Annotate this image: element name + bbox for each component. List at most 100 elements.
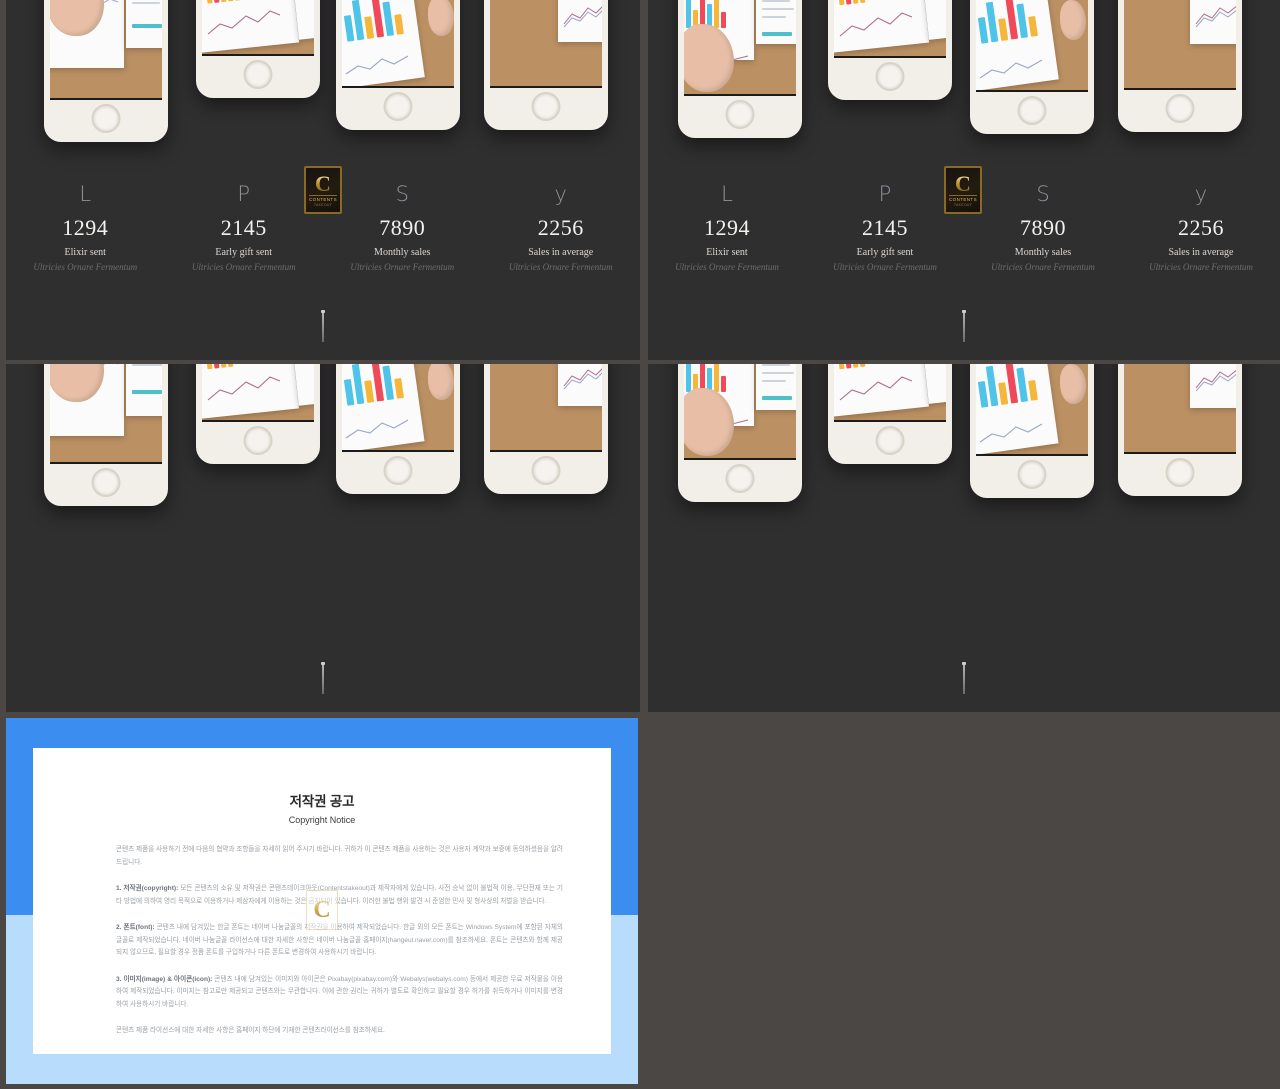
slide-copyright-notice[interactable]: 저작권 공고 Copyright Notice 콘텐츠 제품을 사용하기 전에 … <box>6 718 638 1084</box>
phone-mockup <box>484 0 608 130</box>
phone-mockup-group <box>648 0 1280 152</box>
phone-screen <box>684 364 796 460</box>
phone-screen <box>50 0 162 100</box>
line-chart <box>839 12 913 37</box>
home-button <box>383 456 413 485</box>
home-button <box>875 426 905 455</box>
stat-number: 2256 <box>537 215 584 240</box>
letter-y-icon: y <box>1194 182 1208 206</box>
stat-subcaption: Ultricies Ornare Fermentum <box>1149 262 1253 272</box>
home-button <box>1017 96 1047 125</box>
clause-3-label: 3. 이미지(image) & 아이콘(icon): <box>116 975 213 983</box>
slide-top-right[interactable]: C CONTENTS TAKEOUT L 1294 Elixir sent Ul… <box>648 0 1280 360</box>
home-button <box>725 100 755 129</box>
clause-1-label: 1. 저작권(copyright): <box>116 885 179 892</box>
phone-screen <box>834 0 946 58</box>
phone-mockup <box>44 364 168 506</box>
home-button <box>243 426 273 455</box>
stat-number: 1294 <box>62 215 109 240</box>
home-button <box>91 104 121 133</box>
hand-photo <box>1060 0 1086 40</box>
phone-screen <box>490 364 602 452</box>
home-button <box>1165 94 1195 123</box>
stat-subcaption: Ultricies Ornare Fermentum <box>833 262 937 272</box>
slide-thumbnail-grid: C CONTENTS TAKEOUT L 1294 Elixir sent Ul… <box>0 0 1280 1089</box>
home-button <box>531 456 561 485</box>
home-button <box>875 62 905 91</box>
document-body: 콘텐츠 제품을 사용하기 전에 다음의 협약과 조항들을 자세히 읽어 주시기 … <box>116 844 563 1052</box>
phone-screen <box>202 364 314 422</box>
document-title-ko: 저작권 공고 <box>289 794 355 809</box>
letter-y-icon: y <box>554 182 567 206</box>
phone-screen <box>684 0 796 96</box>
letter-l-icon: L <box>79 182 92 206</box>
slide-marker <box>962 662 966 694</box>
slide-bottom-right[interactable]: C CONTENTS TAKEOUT L 1294 Elixir sent Ul… <box>648 364 1280 712</box>
slide-top-left[interactable]: C CONTENTS TAKEOUT L 1294 Elixir sent Ul… <box>6 0 640 360</box>
phone-screen <box>976 0 1088 92</box>
stat-number: 2145 <box>220 215 267 240</box>
phone-mockup <box>970 0 1094 134</box>
stat-caption: Monthly sales <box>1014 247 1072 258</box>
stat-number: 7890 <box>1020 215 1066 240</box>
phone-screen <box>202 0 314 56</box>
slide-marker <box>321 310 325 342</box>
stat-caption: Sales in average <box>1168 247 1234 258</box>
logo-letter: C <box>313 896 331 923</box>
hand-photo <box>428 0 454 36</box>
phone-screen <box>1124 364 1236 454</box>
line-chart <box>563 6 602 28</box>
hand-photo <box>428 364 454 400</box>
phone-screen <box>50 364 162 464</box>
contents-takeout-watermark: C <box>306 890 338 930</box>
letter-p-icon: P <box>237 182 251 206</box>
line-chart <box>1195 369 1236 392</box>
line-chart <box>563 368 602 390</box>
letter-l-icon: L <box>721 182 733 206</box>
line-chart <box>207 10 281 35</box>
phone-mockup-group <box>648 364 1280 516</box>
stat-item: P 2145 Early gift sent Ultricies Ornare … <box>165 182 324 273</box>
line-chart <box>345 55 409 75</box>
line-chart <box>1195 5 1236 28</box>
phone-mockup <box>336 0 460 130</box>
home-button <box>725 464 755 493</box>
stat-number: 7890 <box>379 215 426 240</box>
stat-subcaption: Ultricies Ornare Fermentum <box>991 262 1095 272</box>
phone-mockup-group <box>6 364 640 516</box>
home-button <box>531 92 561 121</box>
stat-number: 2256 <box>1178 215 1224 240</box>
home-button <box>243 60 273 89</box>
stat-caption: Elixir sent <box>64 247 106 258</box>
stat-caption: Early gift sent <box>215 247 273 258</box>
line-chart <box>345 419 409 439</box>
phone-screen <box>1124 0 1236 90</box>
stat-caption: Early gift sent <box>856 247 914 258</box>
stat-item: L 1294 Elixir sent Ultricies Ornare Ferm… <box>648 182 806 273</box>
report-paper <box>756 364 796 410</box>
phone-mockup <box>828 0 952 100</box>
phone-screen <box>342 0 454 88</box>
home-button <box>91 468 121 497</box>
phone-screen <box>490 0 602 88</box>
stat-item: L 1294 Elixir sent Ultricies Ornare Ferm… <box>6 182 165 273</box>
phone-screen <box>976 364 1088 456</box>
stat-subcaption: Ultricies Ornare Fermentum <box>508 262 613 272</box>
phone-mockup <box>484 364 608 494</box>
phone-mockup <box>336 364 460 494</box>
stat-subcaption: Ultricies Ornare Fermentum <box>191 262 296 272</box>
letter-s-icon: S <box>1036 182 1050 206</box>
phone-mockup <box>44 0 168 142</box>
letter-s-icon: S <box>395 182 409 206</box>
stat-item: y 2256 Sales in average Ultricies Ornare… <box>1122 182 1280 273</box>
stat-caption: Sales in average <box>528 247 594 258</box>
phone-mockup <box>1118 0 1242 132</box>
phone-mockup <box>196 364 320 464</box>
slide-marker <box>962 310 966 342</box>
stat-subcaption: Ultricies Ornare Fermentum <box>350 262 455 272</box>
phone-mockup <box>196 0 320 98</box>
slide-bottom-left[interactable]: C CONTENTS TAKEOUT L 1294 Elixir sent Ul… <box>6 364 640 712</box>
home-button <box>383 92 413 121</box>
stat-item: P 2145 Early gift sent Ultricies Ornare … <box>806 184 964 273</box>
line-chart <box>207 376 281 401</box>
